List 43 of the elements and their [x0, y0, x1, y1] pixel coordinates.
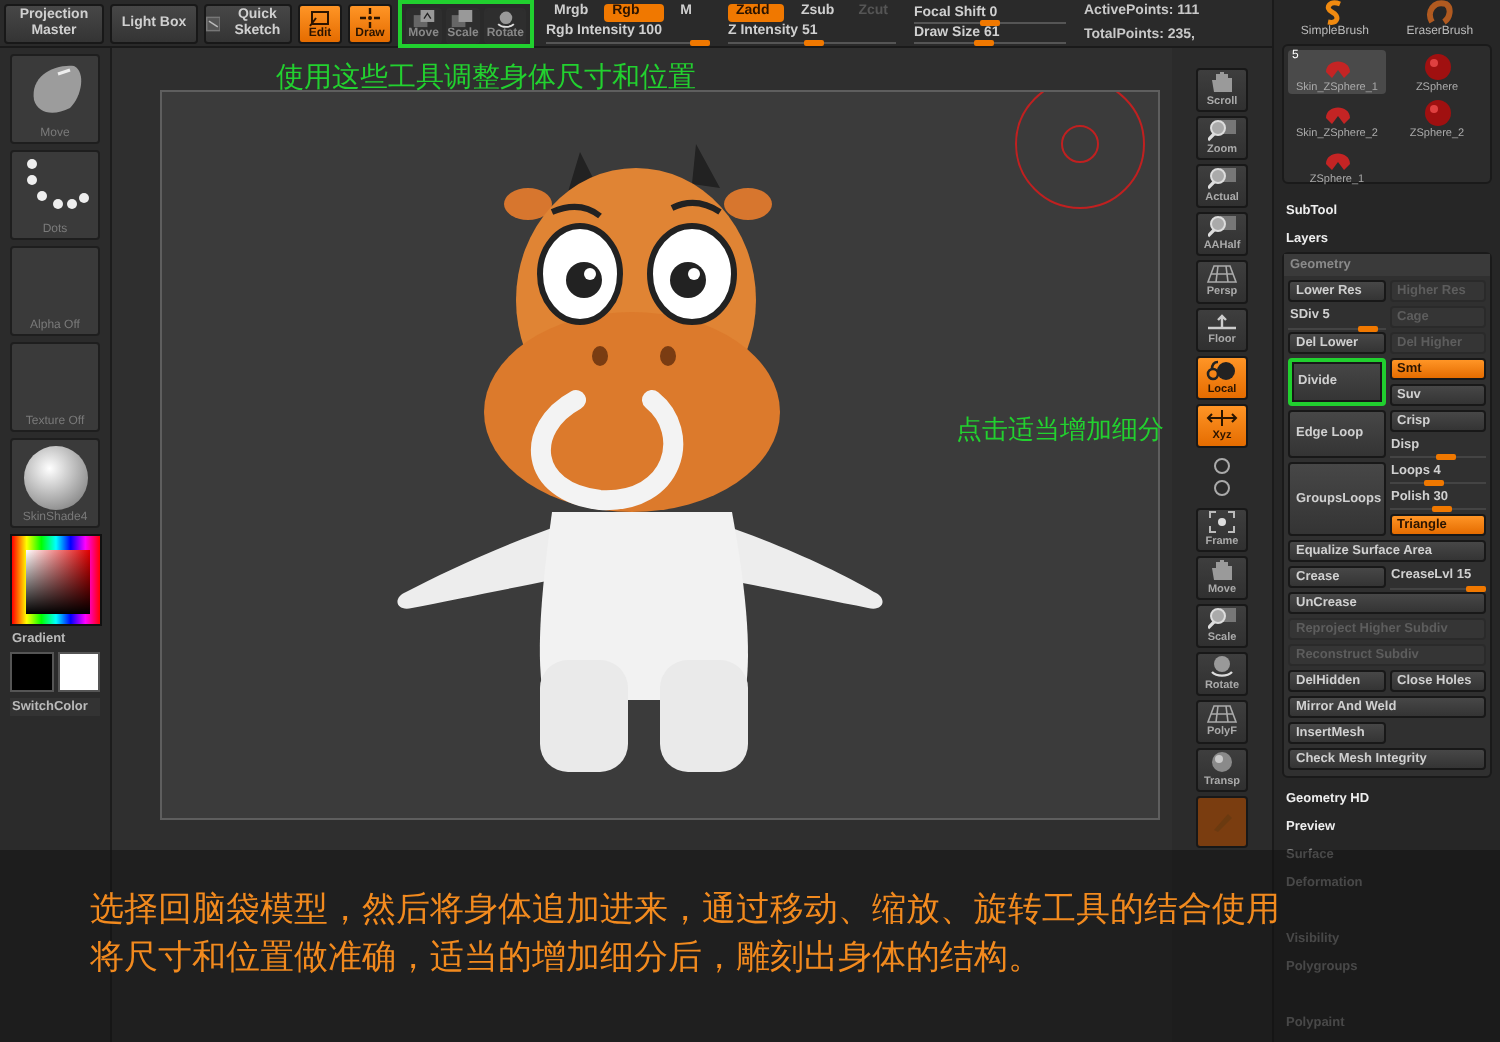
slider-thumb[interactable] [690, 40, 710, 46]
slider-thumb[interactable] [1435, 454, 1456, 460]
sphere-icon [1208, 750, 1236, 775]
cube-icon [448, 10, 477, 29]
sphere-icon [21, 444, 89, 512]
hand-icon [1208, 558, 1236, 583]
caption-text: 将尺寸和位置做准确，适当的增加细分后，雕刻出身体的结构。 [90, 936, 1042, 982]
caption-text: 选择回脑袋模型，然后将身体追加进来，通过移动、缩放、旋转工具的结合使用 [90, 888, 1280, 934]
slider-thumb[interactable] [803, 40, 824, 46]
slider-thumb[interactable] [1357, 326, 1378, 332]
sketch-icon [206, 14, 221, 34]
sphere-icon [1421, 52, 1453, 82]
grid-icon [1206, 704, 1238, 725]
dots-icon [21, 156, 89, 212]
slider-thumb[interactable] [1466, 586, 1486, 592]
magnifier-icon [1208, 166, 1236, 191]
frame-icon [1208, 510, 1236, 535]
axes-icon [1206, 408, 1238, 429]
magnifier-icon [1208, 606, 1236, 631]
cube-icon [409, 10, 438, 29]
curve-icon [1322, 0, 1347, 26]
slider-thumb[interactable] [1423, 480, 1444, 486]
crosshair-icon [358, 7, 382, 28]
annotation-text: 使用这些工具调整身体尺寸和位置 [276, 60, 696, 96]
secondary-color-swatch[interactable] [57, 652, 100, 692]
edit-icon [308, 7, 332, 28]
hook-icon [1425, 0, 1454, 26]
brush-cursor-icon [1015, 92, 1145, 209]
grid-icon [1206, 264, 1238, 285]
annotation-text: 点击适当增加细分 [956, 414, 1164, 448]
slider-thumb[interactable] [1431, 506, 1452, 512]
slider-thumb[interactable] [973, 40, 994, 46]
slider-thumb[interactable] [980, 20, 1000, 26]
magnifier-icon [1208, 118, 1236, 143]
magnifier-icon [1208, 214, 1236, 239]
sphere-icon [1208, 654, 1236, 679]
color-picker[interactable] [10, 534, 102, 626]
sphere-icon [1206, 359, 1238, 382]
hand-icon [1208, 70, 1236, 95]
floor-icon [1206, 312, 1238, 333]
circles-icon [1208, 456, 1236, 500]
main-color-swatch[interactable] [10, 652, 53, 692]
sphere-icon [1421, 98, 1453, 128]
